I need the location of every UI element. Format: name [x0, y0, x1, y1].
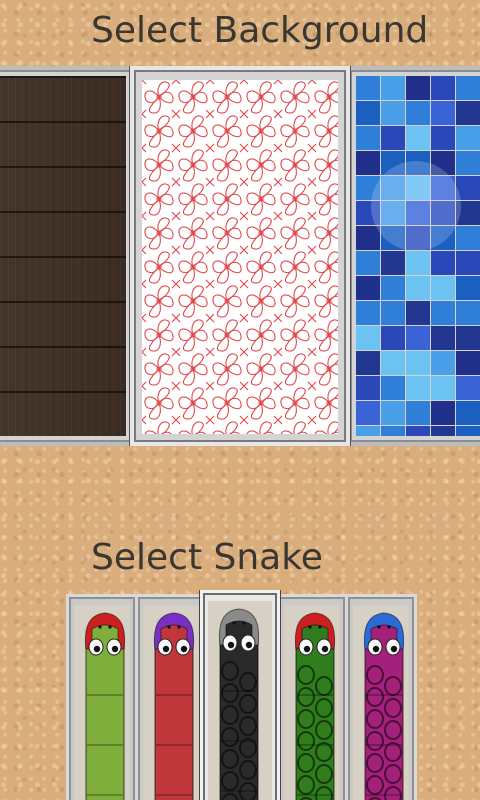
red-snake-icon: [153, 612, 195, 800]
floral-texture-preview: [142, 80, 338, 434]
background-option-floral[interactable]: [130, 66, 350, 446]
snake-preview: [74, 605, 130, 800]
background-option-blue-tiles[interactable]: [346, 66, 480, 446]
background-option-wood[interactable]: [0, 66, 136, 446]
green-patterned-snake-icon: [294, 612, 336, 800]
snake-option-green[interactable]: [66, 594, 138, 800]
snake-carousel[interactable]: [0, 590, 480, 800]
background-carousel[interactable]: [0, 66, 480, 446]
snake-option-green-patterned[interactable]: [276, 594, 348, 800]
snake-preview: [353, 605, 409, 800]
select-snake-heading: Select Snake: [91, 537, 323, 578]
snake-option-magenta-patterned[interactable]: [345, 594, 417, 800]
snake-preview: [208, 601, 272, 800]
snake-option-black[interactable]: [200, 590, 280, 800]
wood-texture-preview: [0, 76, 126, 436]
magenta-patterned-snake-icon: [363, 612, 405, 800]
blue-tiles-pattern: [356, 76, 480, 436]
blue-tiles-texture-preview: [356, 76, 480, 436]
green-snake-icon: [84, 612, 126, 800]
snake-preview: [143, 605, 199, 800]
floral-pattern: [142, 80, 338, 434]
snake-preview: [284, 605, 340, 800]
black-snake-icon: [218, 608, 260, 800]
select-background-heading: Select Background: [91, 10, 429, 51]
snake-option-red[interactable]: [135, 594, 207, 800]
